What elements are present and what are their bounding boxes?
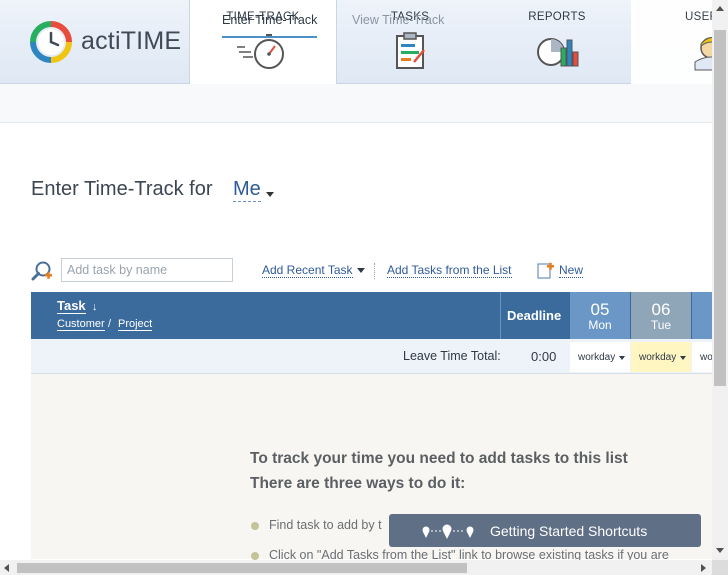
day-type-select-wed[interactable]: workday	[692, 342, 713, 372]
header-divider	[500, 292, 501, 339]
empty-state-subtitle-line: There are three ways to do it:	[250, 475, 466, 492]
scrollbar-corner	[712, 560, 728, 575]
subtab-enter-time-track[interactable]: Enter Time-Track	[222, 13, 318, 38]
empty-state-title: To track your time you need to add tasks…	[250, 446, 628, 496]
tab-reports-label: REPORTS	[528, 11, 586, 23]
new-task-icon[interactable]	[537, 261, 555, 279]
day-column-header-mon: 05 Mon	[570, 292, 630, 339]
sub-navigation	[0, 84, 728, 123]
day-column-header-wed	[692, 292, 713, 339]
stopwatch-icon	[237, 34, 284, 69]
header-separator: /	[108, 318, 112, 330]
new-task-link[interactable]: New	[559, 263, 584, 278]
dropdown-caret-icon	[619, 356, 625, 360]
user-selector[interactable]: Me	[233, 178, 261, 202]
day-number: 05	[590, 300, 610, 319]
clipboard-icon	[396, 32, 425, 69]
map-pins-icon	[422, 524, 474, 539]
day-type-value: workday	[639, 352, 677, 363]
vertical-scrollbar-thumb[interactable]	[714, 30, 726, 386]
scroll-left-arrow-icon[interactable]	[4, 564, 9, 572]
pie-chart-icon	[537, 38, 579, 67]
sort-arrow-icon[interactable]: ↓	[92, 301, 98, 313]
customer-sort-link[interactable]: Customer	[57, 318, 105, 331]
project-sort-link[interactable]: Project	[118, 318, 153, 331]
day-of-week: Mon	[588, 318, 612, 332]
deadline-column-header: Deadline	[507, 308, 562, 323]
logo-text: actiTIME	[81, 27, 182, 55]
getting-started-shortcuts-label: Getting Started Shortcuts	[490, 523, 648, 539]
subtab-view-time-track[interactable]: View Time-Track	[352, 13, 444, 27]
task-column-header[interactable]: Task	[57, 299, 86, 314]
scroll-up-arrow-icon[interactable]	[716, 6, 724, 11]
logo-clock-icon	[30, 21, 72, 63]
add-recent-task-link[interactable]: Add Recent Task	[262, 263, 353, 278]
day-type-select-mon[interactable]: workday	[570, 342, 630, 372]
day-type-value: workday	[578, 352, 616, 363]
way-item: Find task to add by t	[269, 518, 382, 532]
leave-time-total-value: 0:00	[531, 349, 557, 364]
tab-reports[interactable]: REPORTS	[483, 0, 631, 84]
logo[interactable]: actiTIME	[0, 0, 190, 84]
bullet-icon	[251, 522, 259, 530]
search-add-icon	[31, 261, 52, 281]
horizontal-scrollbar-thumb[interactable]	[17, 563, 467, 573]
day-number: 06	[651, 300, 671, 319]
dropdown-caret-icon	[680, 356, 686, 360]
toolbar-divider	[374, 263, 375, 279]
scroll-right-arrow-icon[interactable]	[701, 564, 706, 572]
user-selector-caret-icon[interactable]	[266, 192, 274, 197]
bullet-icon	[251, 552, 259, 560]
empty-state-title-line: To track your time you need to add tasks…	[250, 450, 628, 467]
day-type-select-tue[interactable]: workday	[631, 342, 691, 372]
add-tasks-from-list-link[interactable]: Add Tasks from the List	[387, 263, 512, 278]
add-task-search-input[interactable]	[61, 258, 233, 282]
add-recent-task-caret-icon[interactable]	[357, 268, 365, 273]
day-column-header-tue: 06 Tue	[631, 292, 691, 339]
page-title: Enter Time-Track for	[31, 178, 213, 200]
scroll-down-arrow-icon[interactable]	[716, 548, 724, 553]
day-of-week: Tue	[650, 318, 672, 332]
leave-time-total-label: Leave Time Total:	[403, 349, 501, 363]
